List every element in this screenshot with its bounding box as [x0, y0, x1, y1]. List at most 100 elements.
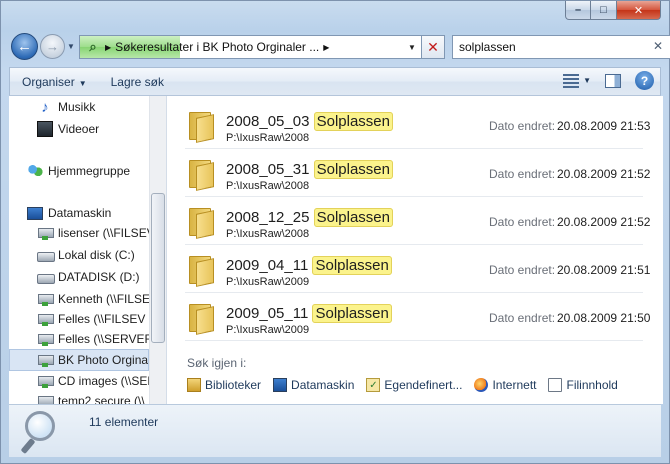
navigation-pane: ♪ Musikk Videoer Hjemmegruppe Datamaskin…	[9, 96, 167, 404]
sidebar-item-kenneth[interactable]: Kenneth (\\FILSE	[37, 288, 166, 310]
caption-buttons: – □ ✕	[565, 1, 661, 20]
search-result-row[interactable]: 2008_12_25 Solplassen P:\IxusRaw\2008 Da…	[185, 197, 650, 245]
search-result-row[interactable]: 2009_05_11 Solplassen P:\IxusRaw\2009 Da…	[185, 293, 650, 341]
search-libraries-link[interactable]: Biblioteker	[187, 378, 261, 392]
result-title: 2008_05_03 Solplassen	[226, 112, 393, 131]
navigation-bar: ← → ▼ ⌕ ▶ Søkeresultater i BK Photo Orgi…	[9, 33, 670, 61]
search-option-label: Egendefinert...	[384, 378, 463, 392]
music-icon: ♪	[41, 98, 49, 116]
help-icon[interactable]: ?	[635, 71, 654, 90]
search-again-options: Biblioteker Datamaskin ✓ Egendefinert...…	[187, 378, 630, 392]
sidebar-item-label: CD images (\\SEF	[58, 374, 155, 388]
search-input[interactable]: solplassen ✕	[452, 35, 670, 59]
sidebar-item-lokal-disk[interactable]: Lokal disk (C:)	[37, 244, 166, 266]
organize-menu-button[interactable]: Organiser ▼	[10, 75, 99, 89]
search-option-label: Datamaskin	[291, 378, 355, 392]
computer-icon	[273, 378, 288, 392]
search-term-highlight: Solplassen	[313, 112, 393, 131]
stop-search-button[interactable]: ✕	[422, 35, 445, 59]
breadcrumb-chevron-icon[interactable]: ▶	[105, 43, 111, 52]
sidebar-item-label: Felles (\\FILSEV	[58, 312, 146, 326]
homegroup-icon	[27, 163, 43, 179]
magnifier-icon	[20, 411, 67, 457]
search-internet-link[interactable]: Internett	[474, 378, 536, 392]
forward-button[interactable]: →	[40, 34, 65, 59]
search-input-value: solplassen	[459, 40, 516, 54]
chevron-down-icon: ▼	[78, 78, 87, 88]
search-result-row[interactable]: 2008_05_03 Solplassen P:\IxusRaw\2008 Da…	[185, 101, 650, 149]
address-text: Søkeresultater i BK Photo Orginaler ...	[115, 40, 320, 54]
search-computer-link[interactable]: Datamaskin	[273, 378, 354, 392]
search-option-label: Internett	[492, 378, 537, 392]
scrollbar-thumb[interactable]	[151, 193, 165, 343]
network-drive-icon	[37, 225, 54, 241]
sidebar-item-lisenser[interactable]: lisenser (\\FILSEV	[37, 222, 166, 244]
result-name-prefix: 2009_04_11	[226, 257, 309, 274]
date-modified-label: Dato endret:	[489, 215, 556, 229]
search-result-row[interactable]: 2009_04_11 Solplassen P:\IxusRaw\2009 Da…	[185, 245, 650, 293]
sidebar-item-datadisk[interactable]: DATADISK (D:)	[37, 266, 166, 288]
address-dropdown-icon[interactable]: ▼	[403, 36, 421, 58]
sidebar-item-temp2-secure[interactable]: temp2 secure (\\	[37, 390, 166, 404]
result-path: P:\IxusRaw\2009	[226, 324, 310, 336]
result-name-prefix: 2008_05_03	[226, 113, 310, 130]
search-file-contents-link[interactable]: Filinnhold	[548, 378, 618, 392]
sidebar-item-label: Musikk	[58, 100, 96, 114]
date-modified-value: 20.08.2009 21:51	[557, 263, 651, 277]
date-modified-label: Dato endret:	[489, 119, 556, 133]
sidebar-item-musikk[interactable]: ♪ Musikk	[37, 96, 166, 118]
sidebar-item-datamaskin[interactable]: Datamaskin	[27, 202, 166, 224]
navigation-pane-scrollbar[interactable]	[149, 96, 166, 404]
sidebar-item-felles-server1[interactable]: Felles (\\SERVER1	[37, 328, 166, 350]
search-result-row[interactable]: 2008_05_31 Solplassen P:\IxusRaw\2008 Da…	[185, 149, 650, 197]
sidebar-item-hjemmegruppe[interactable]: Hjemmegruppe	[27, 160, 166, 182]
search-again-label: Søk igjen i:	[187, 356, 247, 370]
result-title: 2009_04_11 Solplassen	[226, 256, 392, 275]
result-title: 2008_05_31 Solplassen	[226, 160, 393, 179]
breadcrumb-chevron-icon[interactable]: ▶	[323, 43, 329, 52]
sidebar-item-label: Kenneth (\\FILSE	[58, 292, 151, 306]
result-path: P:\IxusRaw\2008	[226, 180, 310, 192]
result-path: P:\IxusRaw\2009	[226, 276, 310, 288]
network-drive-icon	[37, 373, 54, 389]
back-button[interactable]: ←	[11, 33, 38, 60]
change-view-icon[interactable]	[563, 73, 580, 88]
minimize-button[interactable]: –	[565, 1, 591, 20]
close-button[interactable]: ✕	[617, 1, 661, 20]
date-modified-value: 20.08.2009 21:52	[557, 167, 651, 181]
folder-icon	[189, 158, 215, 191]
search-term-highlight: Solplassen	[313, 208, 393, 227]
search-term-highlight: Solplassen	[312, 304, 392, 323]
sidebar-item-label: DATADISK (D:)	[58, 270, 140, 284]
search-option-label: Filinnhold	[566, 378, 618, 392]
recent-pages-dropdown-icon[interactable]: ▼	[67, 42, 75, 51]
toolbar-right: ▼ ?	[563, 71, 654, 90]
search-custom-link[interactable]: ✓ Egendefinert...	[366, 378, 462, 392]
sidebar-item-videoer[interactable]: Videoer	[37, 118, 166, 140]
folder-icon	[189, 110, 215, 143]
result-name-prefix: 2008_05_31	[226, 161, 310, 178]
sidebar-item-felles-filsev[interactable]: Felles (\\FILSEV	[37, 308, 166, 330]
preview-pane-icon[interactable]	[605, 73, 621, 88]
search-folder-icon: ⌕	[89, 39, 97, 54]
network-drive-icon	[37, 393, 54, 404]
libraries-icon	[187, 378, 201, 392]
sidebar-item-label: lisenser (\\FILSEV	[58, 226, 155, 240]
clear-search-icon[interactable]: ✕	[653, 39, 663, 53]
command-bar: Organiser ▼ Lagre søk ▼ ?	[9, 67, 661, 96]
sidebar-item-cd-images[interactable]: CD images (\\SEF	[37, 370, 166, 392]
sidebar-item-label: BK Photo Orgina	[58, 353, 149, 367]
sidebar-item-label: Lokal disk (C:)	[58, 248, 135, 262]
firefox-icon	[474, 378, 489, 392]
maximize-button[interactable]: □	[591, 1, 617, 20]
view-options-dropdown-icon[interactable]: ▼	[583, 76, 591, 85]
folder-icon	[189, 206, 215, 239]
search-term-highlight: Solplassen	[313, 160, 393, 179]
sidebar-item-label: Datamaskin	[48, 206, 112, 220]
sidebar-item-bk-photo-orginaler[interactable]: BK Photo Orgina	[9, 349, 149, 371]
result-name-prefix: 2009_05_11	[226, 305, 309, 322]
folder-icon	[189, 254, 215, 287]
save-search-button[interactable]: Lagre søk	[99, 75, 176, 89]
address-bar[interactable]: ⌕ ▶ Søkeresultater i BK Photo Orginaler …	[79, 35, 422, 59]
checkmark-folder-icon: ✓	[366, 378, 381, 392]
